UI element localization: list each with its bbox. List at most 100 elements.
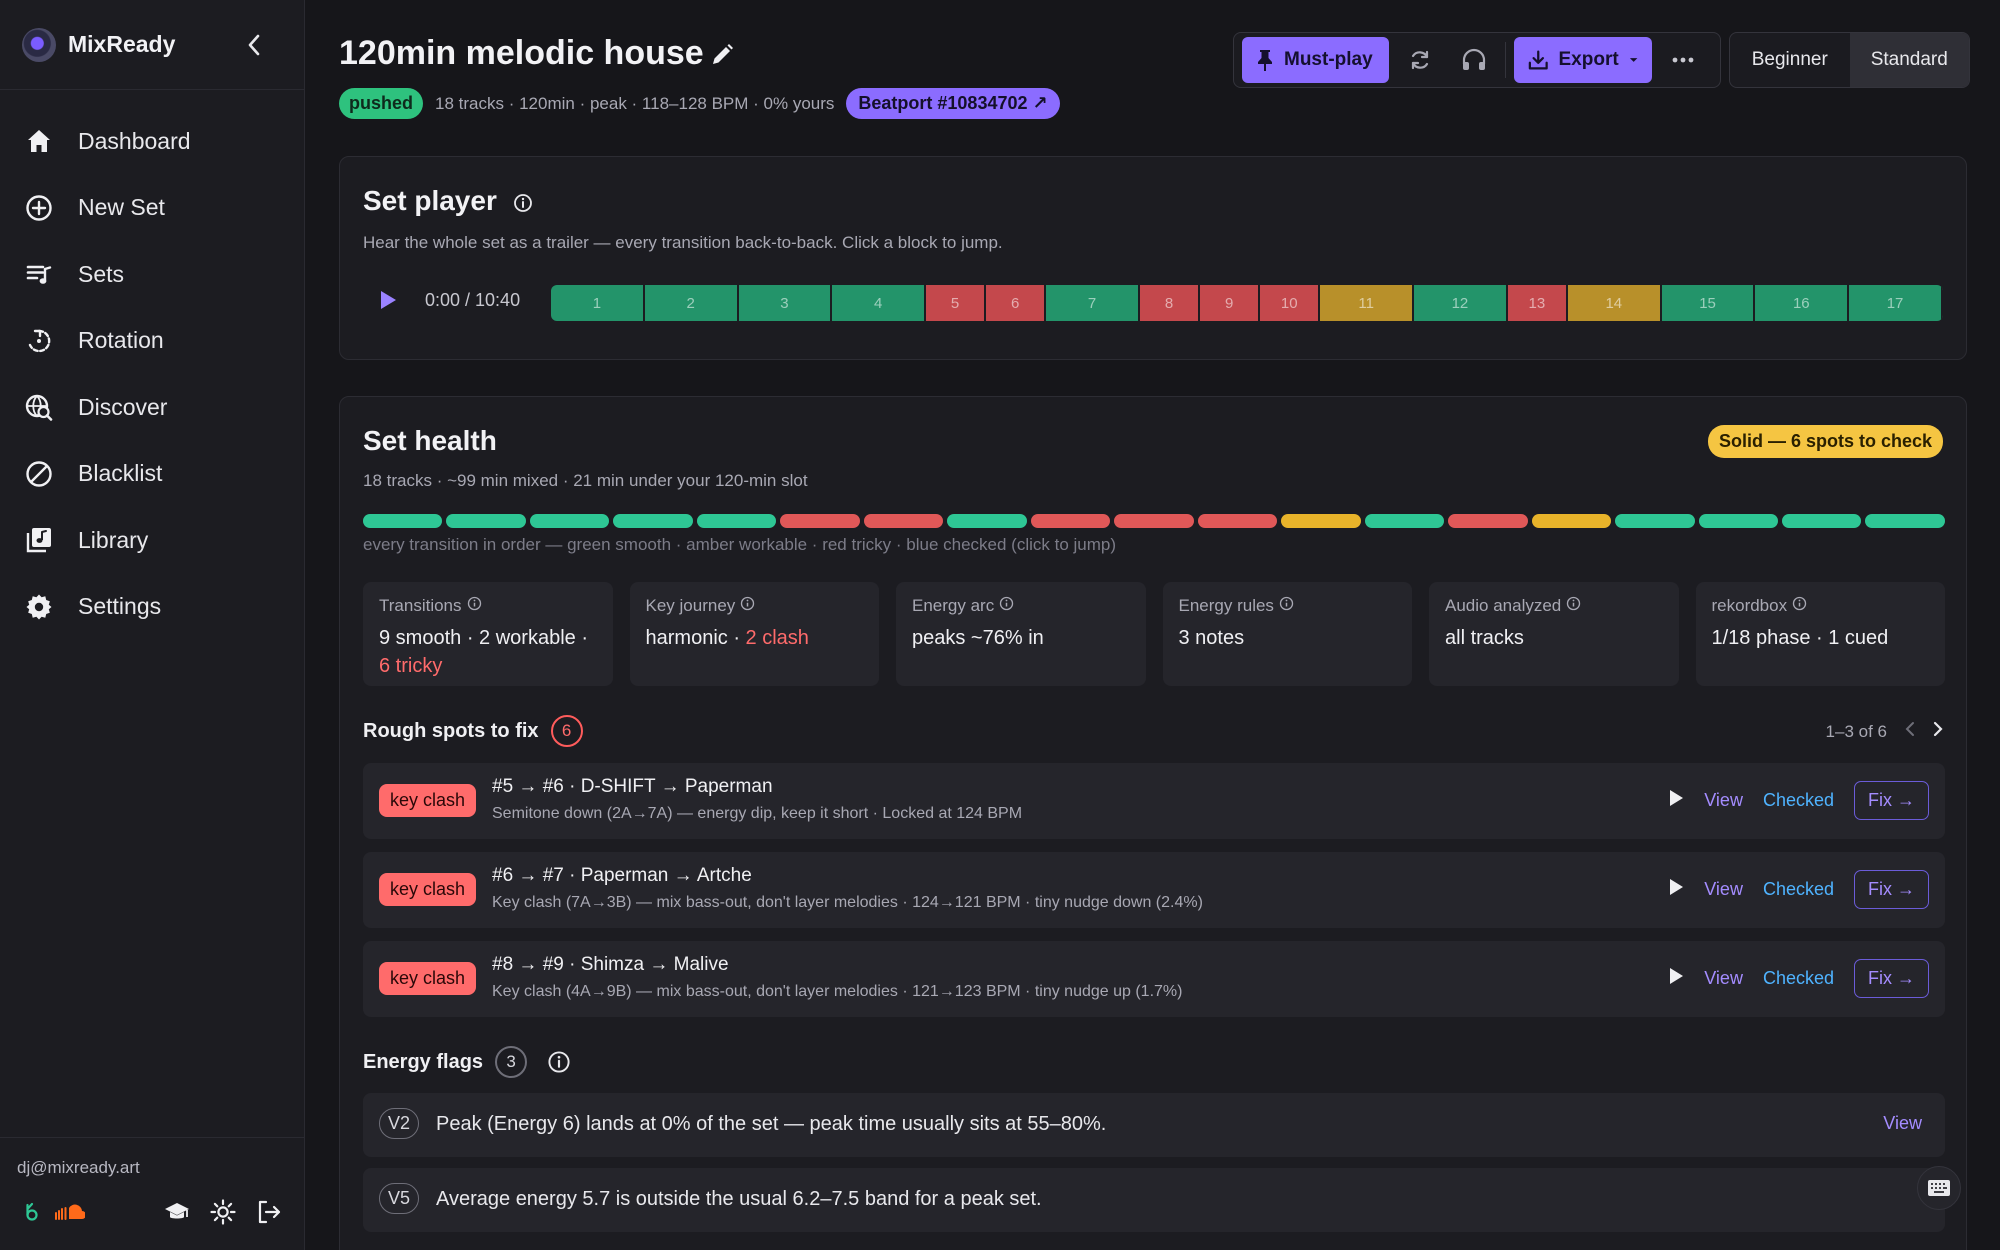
checked-button[interactable]: Checked [1763, 790, 1834, 811]
fix-button[interactable]: Fix → [1854, 870, 1929, 909]
info-icon[interactable] [513, 193, 533, 213]
mode-standard[interactable]: Standard [1849, 33, 1969, 87]
download-icon [1528, 50, 1548, 70]
issue-detail: Semitone down (2A→7A) — energy dip, keep… [492, 805, 1023, 822]
flag-view-button[interactable]: View [1883, 1113, 1922, 1134]
timeline-block[interactable]: 4 [832, 285, 926, 321]
transition-segment[interactable] [947, 514, 1027, 528]
transition-segment[interactable] [1781, 514, 1862, 528]
theme-sun-icon[interactable] [209, 1198, 237, 1226]
sidebar-item-discover[interactable]: Discover [0, 374, 304, 441]
export-button[interactable]: Export [1514, 37, 1652, 83]
info-icon[interactable] [547, 1050, 571, 1074]
more-options-button[interactable] [1660, 37, 1706, 83]
info-icon[interactable] [1792, 596, 1807, 616]
timeline-block[interactable]: 6 [986, 285, 1047, 321]
preview-headphones-button[interactable] [1451, 37, 1497, 83]
timeline-block[interactable]: 10 [1260, 285, 1321, 321]
soundcloud-icon[interactable] [52, 1198, 86, 1226]
must-play-button[interactable]: Must-play [1242, 37, 1389, 83]
preview-transition-button[interactable] [1668, 967, 1684, 990]
transition-segment[interactable] [1197, 514, 1278, 528]
collapse-sidebar-button[interactable] [242, 33, 266, 57]
timeline-block[interactable]: 15 [1661, 285, 1756, 321]
timeline-block[interactable]: 11 [1320, 285, 1415, 321]
transition-segment[interactable] [1865, 514, 1945, 528]
transition-segment[interactable] [780, 514, 860, 528]
timeline-block[interactable]: 5 [926, 285, 987, 321]
sidebar-item-library[interactable]: Library [0, 507, 304, 574]
transition-segment[interactable] [1531, 514, 1612, 528]
set-timeline: 1 2 3 4 5 6 7 8 9 10 11 12 13 14 15 16 17 [551, 285, 1943, 321]
transition-segment[interactable] [696, 514, 777, 528]
sidebar-item-new-set[interactable]: New Set [0, 175, 304, 242]
transition-segment[interactable] [446, 514, 526, 528]
keyboard-shortcuts-button[interactable] [1917, 1166, 1961, 1210]
rough-spot-row: key clash #8 → #9 · Shimza → Malive Key … [363, 941, 1945, 1017]
transition-segment[interactable] [529, 514, 610, 528]
timeline-block[interactable]: 2 [644, 285, 739, 321]
view-button[interactable]: View [1704, 968, 1743, 989]
info-icon[interactable] [999, 596, 1014, 616]
sidebar-footer: dj@mixready.art [0, 1137, 305, 1250]
sidebar-item-label: New Set [78, 194, 165, 221]
transition-segment[interactable] [1615, 514, 1695, 528]
transition-segment[interactable] [363, 514, 443, 528]
preview-transition-button[interactable] [1668, 789, 1684, 812]
info-icon[interactable] [467, 596, 482, 616]
regenerate-button[interactable] [1397, 37, 1443, 83]
headphones-icon [1462, 48, 1486, 70]
timeline-block[interactable]: 16 [1755, 285, 1850, 321]
pager-prev-button[interactable] [1905, 721, 1915, 742]
sidebar-item-rotation[interactable]: Rotation [0, 308, 304, 375]
timeline-block[interactable]: 1 [551, 285, 645, 321]
block-icon [24, 459, 54, 489]
transition-segment[interactable] [1030, 514, 1111, 528]
transition-segment[interactable] [1281, 514, 1361, 528]
info-icon[interactable] [740, 596, 755, 616]
timeline-block[interactable]: 9 [1200, 285, 1261, 321]
sidebar-item-sets[interactable]: Sets [0, 241, 304, 308]
checked-button[interactable]: Checked [1763, 879, 1834, 900]
mixready-logo-icon [22, 27, 56, 62]
checked-button[interactable]: Checked [1763, 968, 1834, 989]
beatport-link[interactable]: Beatport #10834702 ↗ [846, 88, 1060, 119]
pager-next-button[interactable] [1933, 721, 1943, 742]
logout-icon[interactable] [255, 1198, 283, 1226]
edit-pencil-icon[interactable] [709, 42, 735, 73]
timeline-block[interactable]: 8 [1139, 285, 1201, 321]
play-icon [381, 291, 396, 309]
transition-segment[interactable] [1698, 514, 1778, 528]
beatport-icon[interactable] [18, 1198, 46, 1226]
set-player-card: Set player Hear the whole set as a trail… [339, 156, 1967, 360]
energy-flag-row: V2 Peak (Energy 6) lands at 0% of the se… [363, 1093, 1945, 1157]
tile-label-text: Audio analyzed [1445, 596, 1562, 615]
sidebar-item-dashboard[interactable]: Dashboard [0, 108, 304, 175]
timeline-block[interactable]: 7 [1046, 285, 1140, 321]
fix-button[interactable]: Fix → [1854, 781, 1929, 820]
timeline-block[interactable]: 13 [1507, 285, 1568, 321]
preview-transition-button[interactable] [1668, 878, 1684, 901]
timeline-block[interactable]: 17 [1849, 285, 1943, 321]
timeline-block[interactable]: 14 [1567, 285, 1662, 321]
sidebar-item-settings[interactable]: Settings [0, 574, 304, 641]
play-button[interactable] [373, 285, 403, 315]
info-icon[interactable] [1279, 596, 1294, 616]
fix-button[interactable]: Fix → [1854, 959, 1929, 998]
energy-flags-heading: Energy flags 3 [363, 1046, 571, 1078]
transition-segment[interactable] [1448, 514, 1528, 528]
transition-segment[interactable] [613, 514, 693, 528]
transition-segment[interactable] [1364, 514, 1445, 528]
timeline-block[interactable]: 12 [1414, 285, 1508, 321]
timeline-block[interactable]: 3 [738, 285, 833, 321]
view-button[interactable]: View [1704, 879, 1743, 900]
transition-bar [363, 514, 1945, 528]
sidebar-item-blacklist[interactable]: Blacklist [0, 441, 304, 508]
tile-transitions: Transitions 9 smooth · 2 workable · 6 tr… [363, 582, 613, 686]
transition-segment[interactable] [863, 514, 944, 528]
mode-beginner[interactable]: Beginner [1730, 33, 1850, 87]
transition-segment[interactable] [1114, 514, 1194, 528]
info-icon[interactable] [1566, 596, 1581, 616]
graduation-cap-icon[interactable] [163, 1198, 191, 1226]
view-button[interactable]: View [1704, 790, 1743, 811]
